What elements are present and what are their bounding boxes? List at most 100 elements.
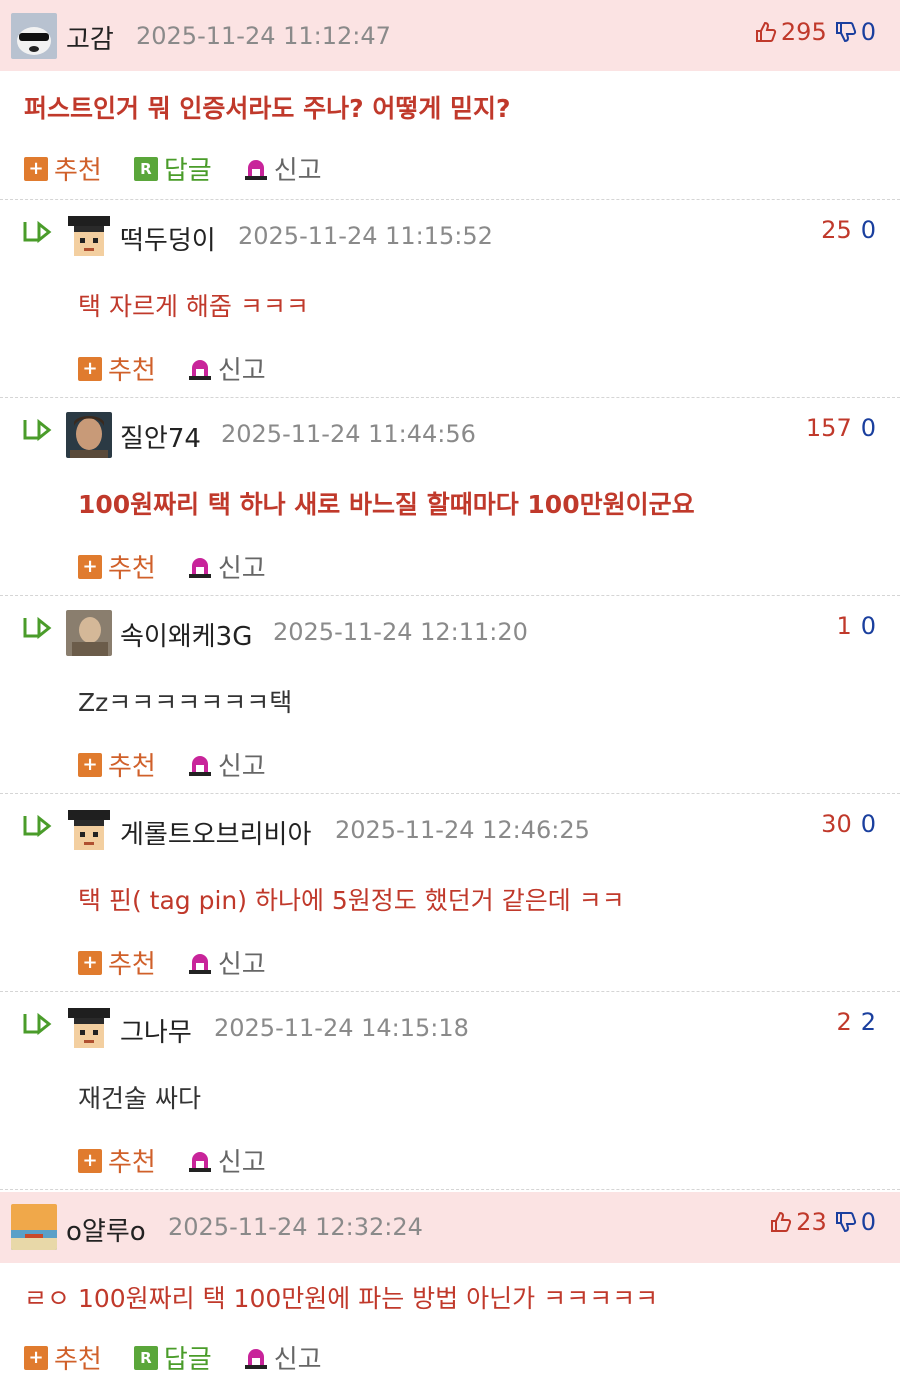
downvote-count: 0 [860,18,876,46]
avatar[interactable] [66,214,112,260]
siren-icon [188,753,212,777]
sunset-avatar [11,1204,57,1250]
vote-counts: 157 0 [806,414,876,442]
reply-arrow-icon [23,1012,52,1036]
report-button[interactable]: 신고 [244,150,322,187]
upvote-count[interactable]: 30 [821,810,852,838]
siren-icon [244,1346,268,1370]
downvote-count[interactable]: 0 [861,810,876,838]
upvote-count[interactable]: 157 [806,414,852,442]
comment-date: 2025-11-24 12:11:20 [273,618,528,646]
upvote-count[interactable]: 1 [836,612,851,640]
comment-body: Zzㅋㅋㅋㅋㅋㅋㅋ택 [78,688,293,717]
vote-counts: 22 [836,1008,876,1036]
vote-counts: 10 [836,612,876,640]
report-button[interactable]: 신고 [188,944,266,981]
reply-button[interactable]: R 답글 [133,150,212,187]
nickname[interactable]: 질안74 [120,418,201,455]
recommend-label: 추천 [108,950,156,980]
reply-arrow-icon [23,220,52,244]
recommend-button[interactable]: + 추천 [78,746,156,783]
plus-icon: + [78,752,102,777]
avatar[interactable] [66,808,112,854]
reply-r-icon: R [133,1345,158,1370]
recommend-button[interactable]: + 추천 [78,548,156,585]
avatar[interactable] [11,13,57,59]
siren-icon [188,1149,212,1173]
nickname[interactable]: 고감 [66,19,114,56]
reply-comment: 그나무 2025-11-24 14:15:18 2 2 재건술 싸다 + 추천 신고 [0,992,900,1190]
downvote-count[interactable]: 0 [861,216,876,244]
reply-label: 답글 [163,156,212,186]
report-label: 신고 [273,156,322,186]
report-button[interactable]: 신고 [188,350,266,387]
siren-icon [188,357,212,381]
comment-date: 2025-11-24 11:12:47 [136,22,391,50]
upvote-count: 23 [796,1208,827,1236]
siren-icon [244,157,268,181]
thumbs-down-icon[interactable] [834,20,858,44]
nickname[interactable]: 속이왜케3G [120,616,252,653]
upvote-count[interactable]: 2 [836,1008,851,1036]
reply-comment: 질안74 2025-11-24 11:44:56 157 0 100원짜리 택 하나 새… [0,398,900,596]
report-label: 신고 [273,1345,322,1375]
plus-icon: + [78,950,102,975]
reply-comment: 떡두덩이 2025-11-24 11:15:52 25 0 택 자르게 해줌 ㅋㅋㅋ + 추… [0,200,900,398]
avatar[interactable] [66,1006,112,1052]
report-label: 신고 [217,356,266,386]
comment-header: 고감 2025-11-24 11:12:47 295 0 [0,0,900,71]
report-label: 신고 [217,752,266,782]
recommend-button[interactable]: + 추천 [78,1142,156,1179]
comment-best: 고감 2025-11-24 11:12:47 295 0 퍼스트인거 뭐 인증서… [0,0,900,200]
recommend-button[interactable]: + 추천 [24,150,102,187]
nickname[interactable]: o얄루o [66,1211,146,1248]
reply-button[interactable]: R 답글 [133,1339,212,1376]
comment-body: 택 핀( tag pin) 하나에 5원정도 했던거 같은데 ㅋㅋ [78,886,625,915]
photo-person-avatar [66,610,112,656]
recommend-label: 추천 [54,156,102,186]
comment-date: 2025-11-24 14:15:18 [214,1014,469,1042]
dog-mask-avatar [11,13,57,59]
vote-counts: 23 0 [769,1208,876,1236]
upvote-count[interactable]: 25 [821,216,852,244]
comment-date: 2025-11-24 11:44:56 [221,420,476,448]
reply-arrow-icon [23,616,52,640]
comment-actions: + 추천 신고 [78,548,298,585]
recommend-button[interactable]: + 추천 [78,944,156,981]
comment-actions: + 추천 신고 [78,944,298,981]
downvote-count[interactable]: 0 [861,414,876,442]
comment-body: ㄹㅇ 100원짜리 택 100만원에 파는 방법 아닌가 ㅋㅋㅋㅋㅋ [24,1284,659,1313]
avatar[interactable] [66,412,112,458]
comment-date: 2025-11-24 11:15:52 [238,222,493,250]
nickname[interactable]: 떡두덩이 [120,220,216,257]
comment-actions: + 추천 R 답글 신고 [24,150,354,187]
thumbs-up-icon[interactable] [754,20,778,44]
report-label: 신고 [217,950,266,980]
thumbs-up-icon[interactable] [769,1210,793,1234]
recommend-button[interactable]: + 추천 [24,1339,102,1376]
report-button[interactable]: 신고 [188,548,266,585]
divider [0,1189,900,1190]
avatar[interactable] [66,610,112,656]
thumbs-down-icon[interactable] [834,1210,858,1234]
downvote-count[interactable]: 2 [861,1008,876,1036]
reply-comment: 속이왜케3G 2025-11-24 12:11:20 1 0 Zzㅋㅋㅋㅋㅋㅋㅋ택 + 추천… [0,596,900,794]
plus-icon: + [24,1345,48,1370]
avatar[interactable] [11,1204,57,1250]
nickname[interactable]: 그나무 [120,1012,192,1049]
reply-label: 답글 [163,1345,212,1375]
report-label: 신고 [217,554,266,584]
report-button[interactable]: 신고 [188,1142,266,1179]
recommend-label: 추천 [108,554,156,584]
report-button[interactable]: 신고 [188,746,266,783]
downvote-count: 0 [860,1208,876,1236]
report-button[interactable]: 신고 [244,1339,322,1376]
recommend-label: 추천 [108,356,156,386]
downvote-count[interactable]: 0 [861,612,876,640]
comment-body: 재건술 싸다 [78,1084,201,1113]
vote-counts: 30 0 [821,810,876,838]
pixel-man-avatar [66,808,112,854]
comment-body: 택 자르게 해줌 ㅋㅋㅋ [78,292,309,321]
recommend-button[interactable]: + 추천 [78,350,156,387]
nickname[interactable]: 게롤트오브리비아 [120,814,311,851]
